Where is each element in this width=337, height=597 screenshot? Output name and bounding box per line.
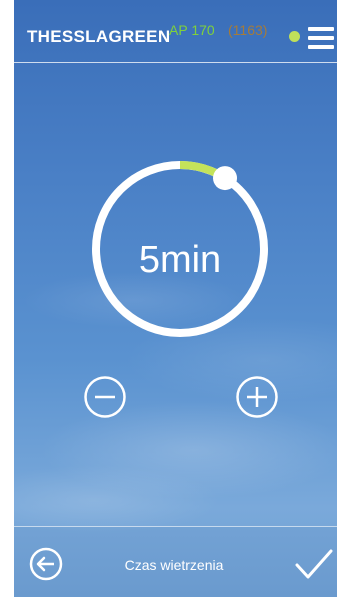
- back-arrow-icon: [29, 547, 63, 581]
- increase-button[interactable]: [235, 375, 279, 419]
- bottom-bar: Czas wietrzenia: [14, 526, 337, 597]
- hamburger-menu-icon[interactable]: [308, 27, 334, 49]
- top-bar: THESSLAGREEN AP 170 (1163): [14, 0, 337, 63]
- confirm-button[interactable]: [294, 547, 334, 583]
- device-serial: (1163): [228, 22, 268, 38]
- device-model: AP 170: [169, 22, 215, 38]
- connection-status-indicator: [289, 31, 300, 42]
- checkmark-icon: [295, 549, 333, 579]
- dial-knob-handle[interactable]: [213, 166, 238, 191]
- brand-logo: THESSLAGREEN: [27, 27, 171, 46]
- minus-circle-icon: [84, 376, 126, 418]
- screen-title: Czas wietrzenia: [124, 557, 224, 573]
- back-button[interactable]: [29, 547, 63, 581]
- timer-value: 5min: [138, 239, 222, 281]
- app-screen: THESSLAGREEN AP 170 (1163) 5min Czas wie…: [14, 0, 337, 597]
- plus-circle-icon: [236, 376, 278, 418]
- decrease-button[interactable]: [83, 375, 127, 419]
